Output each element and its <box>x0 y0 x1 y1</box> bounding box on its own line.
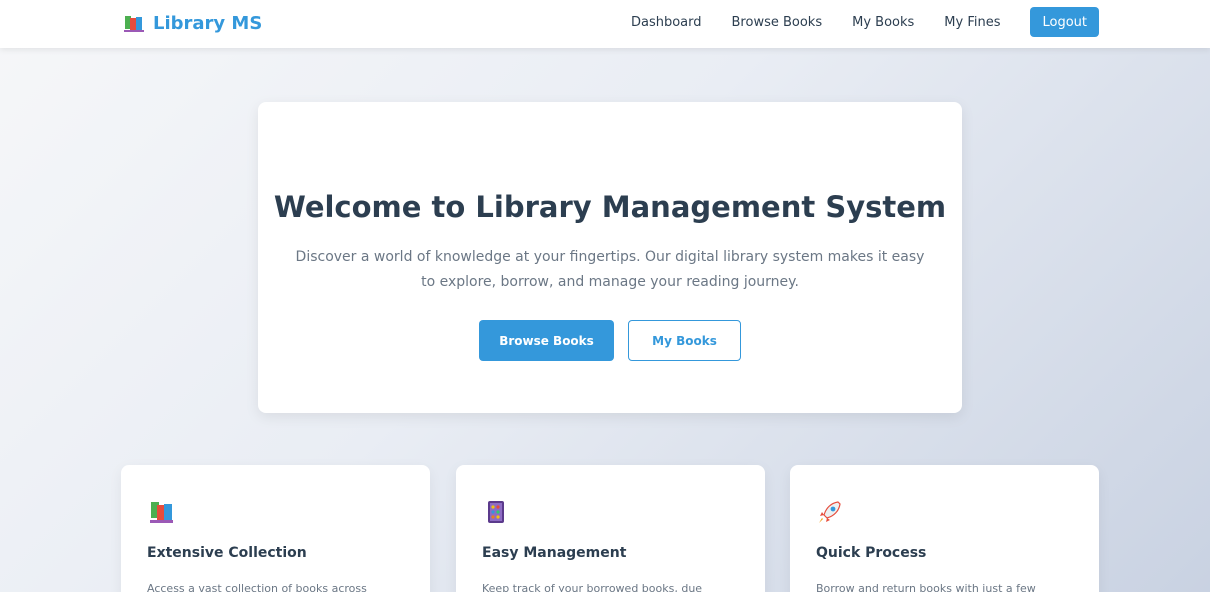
brand-name: Library MS <box>153 12 263 34</box>
nav-links: Dashboard Browse Books My Books My Fines… <box>631 7 1099 37</box>
navbar: Library MS Dashboard Browse Books My Boo… <box>0 0 1210 48</box>
feature-title: Extensive Collection <box>147 545 307 561</box>
feature-card-management: Easy Management Keep track of your borro… <box>456 465 765 592</box>
rocket-icon <box>816 498 844 526</box>
books-icon <box>147 498 175 526</box>
hero-card: Welcome to Library Management System Dis… <box>258 102 962 413</box>
nav-link-my-books[interactable]: My Books <box>852 15 914 30</box>
my-books-button[interactable]: My Books <box>628 320 741 361</box>
feature-card-collection: Extensive Collection Access a vast colle… <box>121 465 430 592</box>
feature-title: Easy Management <box>482 545 627 561</box>
feature-description: Keep track of your borrowed books, due <box>482 582 703 592</box>
hero-title: Welcome to Library Management System <box>273 190 947 224</box>
hero-actions: Browse Books My Books <box>258 320 962 361</box>
books-icon <box>124 14 144 32</box>
nav-link-my-fines[interactable]: My Fines <box>944 15 1000 30</box>
nav-link-browse-books[interactable]: Browse Books <box>732 15 823 30</box>
hero-description: Discover a world of knowledge at your fi… <box>295 249 925 290</box>
feature-description: Access a vast collection of books across <box>147 582 367 592</box>
abacus-icon <box>482 498 510 526</box>
logout-button[interactable]: Logout <box>1030 7 1099 37</box>
feature-description: Borrow and return books with just a few <box>816 582 1036 592</box>
nav-link-dashboard[interactable]: Dashboard <box>631 15 702 30</box>
feature-card-quick-process: Quick Process Borrow and return books wi… <box>790 465 1099 592</box>
browse-books-button[interactable]: Browse Books <box>479 320 614 361</box>
feature-title: Quick Process <box>816 545 927 561</box>
brand-logo[interactable]: Library MS <box>124 10 262 36</box>
